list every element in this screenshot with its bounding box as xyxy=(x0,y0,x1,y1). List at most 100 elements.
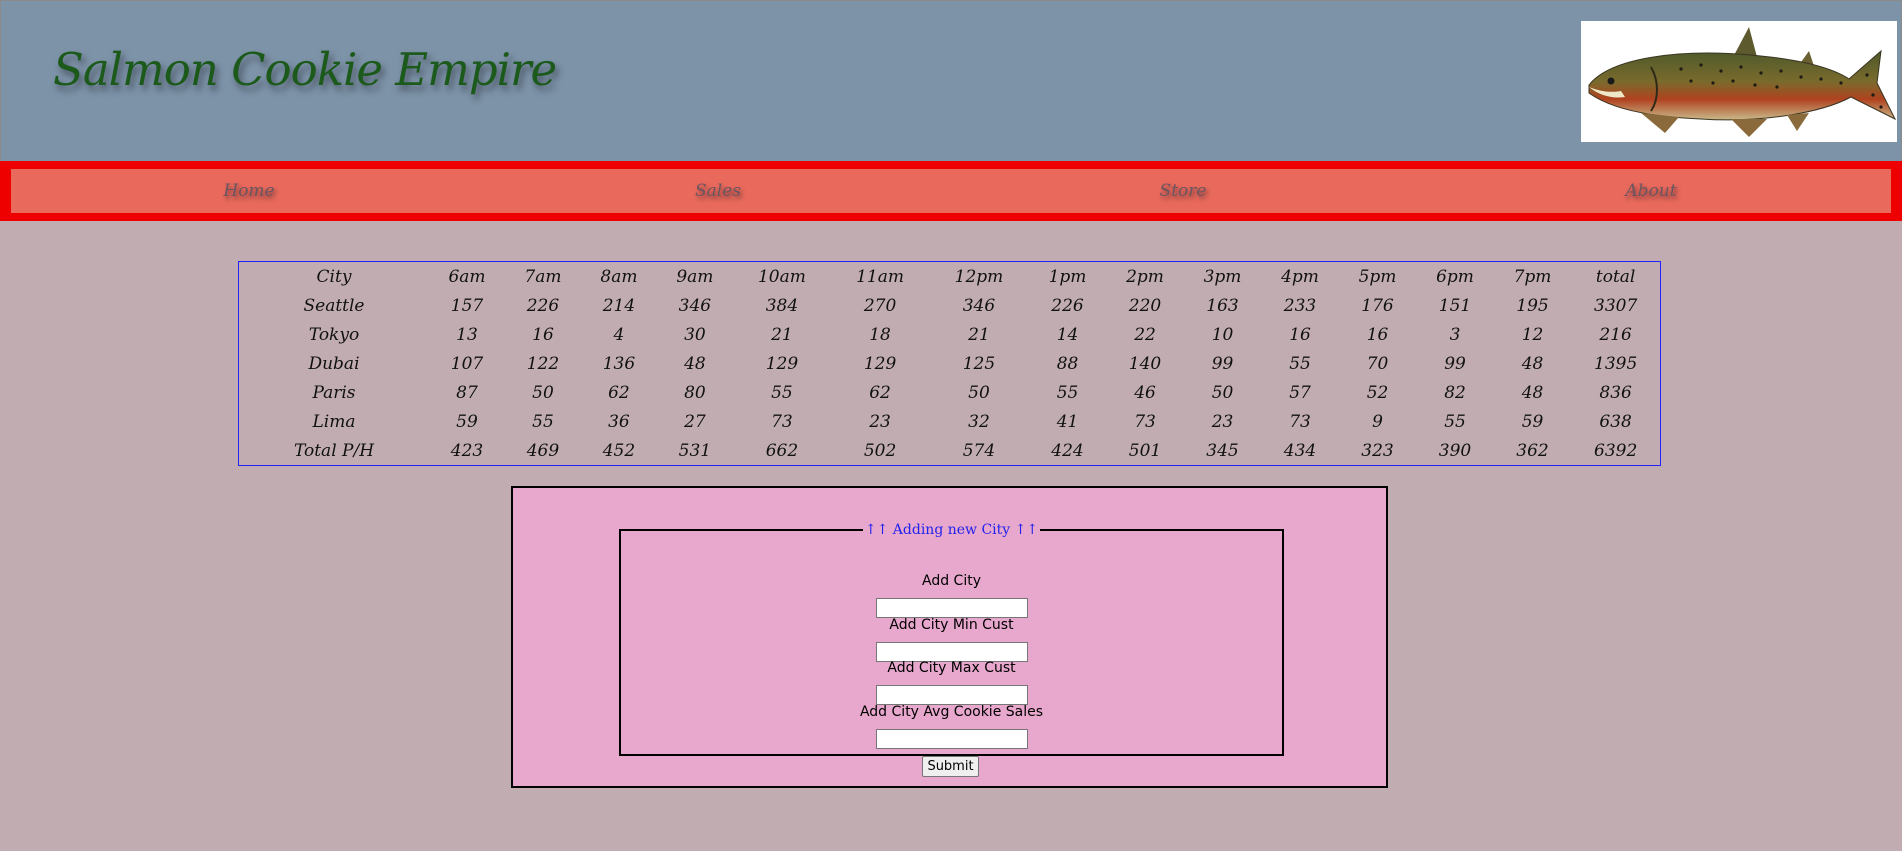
table-cell: 220 xyxy=(1128,295,1162,316)
table-cell: 8am xyxy=(600,266,638,287)
table-cell: 233 xyxy=(1283,295,1317,316)
table-cell: 214 xyxy=(602,295,636,316)
table-cell: total xyxy=(1595,266,1636,287)
table-cell: 16 xyxy=(1289,324,1311,345)
table-cell: 4pm xyxy=(1281,266,1319,287)
table-cell: 836 xyxy=(1599,382,1632,403)
table-row: Lima 59 55 36 27 73 23 32 41 73 23 73 9 55 59 638 xyxy=(239,407,1660,436)
table-cell: 662 xyxy=(765,440,799,461)
nav-item-about[interactable]: About xyxy=(1625,181,1676,201)
sales-table: City 6am 7am 8am 9am 10am 11am 12pm 1pm 2pm 3pm 4pm… xyxy=(238,261,1661,466)
table-row: Dubai 107 122 136 48 129 129 125 88 140 99 55 70 99 48… xyxy=(239,349,1660,378)
table-cell: 73 xyxy=(1289,411,1311,432)
table-cell: 50 xyxy=(532,382,554,403)
table-cell: 7am xyxy=(524,266,562,287)
table-cell: 50 xyxy=(968,382,990,403)
table-cell: 27 xyxy=(684,411,706,432)
table-cell: 55 xyxy=(771,382,793,403)
table-cell: 129 xyxy=(765,353,799,374)
table-cell: 3 xyxy=(1449,324,1461,345)
nav-item-home[interactable]: Home xyxy=(223,181,274,201)
row-label-cell: Lima xyxy=(312,411,356,432)
add-city-min-cust-input[interactable] xyxy=(876,642,1028,662)
table-cell: 21 xyxy=(771,324,793,345)
table-cell: 125 xyxy=(962,353,996,374)
table-cell: 323 xyxy=(1361,440,1394,461)
add-city-avg-sales-label: Add City Avg Cookie Sales xyxy=(859,704,1044,720)
table-cell: 434 xyxy=(1283,440,1317,461)
table-cell: 11am xyxy=(856,266,904,287)
table-cell: 122 xyxy=(526,353,560,374)
table-cell: 62 xyxy=(869,382,891,403)
add-city-fieldset: ↑↑ Adding new City ↑↑ Add City Add City … xyxy=(619,522,1284,756)
table-cell: 1395 xyxy=(1594,353,1638,374)
table-cell: 99 xyxy=(1211,353,1234,374)
table-cell: 531 xyxy=(678,440,712,461)
table-cell: 157 xyxy=(450,295,484,316)
table-total-row: Total P/H 423 469 452 531 662 502 574 424 501 345 4… xyxy=(239,436,1660,465)
table-cell: 70 xyxy=(1366,353,1389,374)
table-cell: 62 xyxy=(608,382,630,403)
table-cell: 176 xyxy=(1361,295,1394,316)
table-cell: 7pm xyxy=(1513,266,1552,287)
table-cell: 22 xyxy=(1134,324,1156,345)
table-cell: 10am xyxy=(757,266,806,287)
table-cell: 384 xyxy=(765,295,799,316)
salmon-logo-image xyxy=(1581,21,1897,142)
main-nav: Home Sales Store About xyxy=(0,161,1902,221)
table-cell: 73 xyxy=(771,411,793,432)
site-header: Salmon Cookie Empire xyxy=(0,0,1902,162)
table-cell: 1pm xyxy=(1048,266,1087,287)
sales-table-body: City 6am 7am 8am 9am 10am 11am 12pm 1pm 2pm 3pm 4pm… xyxy=(239,262,1660,465)
add-city-max-cust-label: Add City Max Cust xyxy=(887,660,1016,676)
add-city-min-cust-label: Add City Min Cust xyxy=(889,617,1014,633)
add-city-label: Add City xyxy=(922,573,981,589)
table-cell: 346 xyxy=(678,295,712,316)
table-cell: 14 xyxy=(1056,324,1079,345)
table-cell: 18 xyxy=(869,324,891,345)
table-cell: 424 xyxy=(1051,440,1084,461)
table-cell: 129 xyxy=(863,353,897,374)
table-cell: 345 xyxy=(1206,440,1239,461)
table-cell: 41 xyxy=(1056,411,1079,432)
table-cell: 32 xyxy=(968,411,990,432)
table-cell: 423 xyxy=(450,440,484,461)
table-cell: 9 xyxy=(1372,411,1383,432)
row-label-cell: City xyxy=(316,266,352,287)
table-cell: 55 xyxy=(1289,353,1311,374)
table-cell: 52 xyxy=(1366,382,1389,403)
add-city-avg-sales-input[interactable] xyxy=(876,729,1028,749)
row-label-cell: Tokyo xyxy=(308,324,360,345)
table-cell: 107 xyxy=(450,353,484,374)
add-city-input[interactable] xyxy=(876,598,1028,618)
salmon-icon xyxy=(1588,27,1897,137)
table-cell: 270 xyxy=(863,295,897,316)
table-cell: 23 xyxy=(869,411,891,432)
table-cell: 59 xyxy=(456,411,478,432)
table-cell: 30 xyxy=(684,324,706,345)
table-row: Seattle 157 226 214 346 384 270 346 226 220 163 233… xyxy=(239,291,1660,320)
table-cell: 36 xyxy=(608,411,630,432)
table-cell: 502 xyxy=(863,440,897,461)
table-cell: 48 xyxy=(684,353,706,374)
nav-item-store[interactable]: Store xyxy=(1160,181,1207,201)
table-cell: 501 xyxy=(1128,440,1162,461)
table-cell: 16 xyxy=(532,324,554,345)
table-cell: 151 xyxy=(1438,295,1472,316)
table-cell: 216 xyxy=(1599,324,1632,345)
table-cell: 48 xyxy=(1521,353,1544,374)
table-cell: 48 xyxy=(1521,382,1544,403)
table-cell: 87 xyxy=(456,382,478,403)
table-cell: 82 xyxy=(1444,382,1466,403)
table-cell: 226 xyxy=(526,295,560,316)
submit-button[interactable]: Submit xyxy=(922,756,979,777)
table-cell: 163 xyxy=(1206,295,1239,316)
nav-item-sales[interactable]: Sales xyxy=(695,181,741,201)
row-label-cell: Total P/H xyxy=(293,440,375,461)
table-cell: 80 xyxy=(684,382,706,403)
table-cell: 12pm xyxy=(954,266,1004,287)
table-row: Paris 87 50 62 80 55 62 50 55 46 50 57 52 82 48 836 xyxy=(239,378,1660,407)
add-city-max-cust-input[interactable] xyxy=(876,685,1028,705)
site-title: Salmon Cookie Empire xyxy=(53,43,557,96)
table-cell: 50 xyxy=(1211,382,1234,403)
